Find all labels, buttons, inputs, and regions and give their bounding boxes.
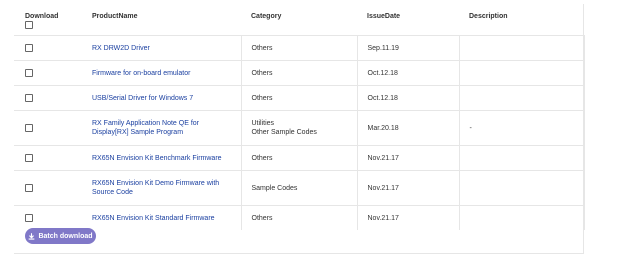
description-text: -	[469, 124, 472, 132]
row-checkbox[interactable]	[25, 43, 33, 52]
header-description: Description	[469, 13, 508, 20]
header-issue-date: IssueDate	[367, 13, 401, 20]
product-link[interactable]: RX65N Envision Kit Standard Firmware	[92, 214, 235, 223]
table-row: Firmware for on-board emulator Others Oc…	[14, 60, 585, 86]
product-link[interactable]: RX Family Application Note QE for Displa…	[92, 119, 235, 137]
downloads-table: Download ProductName Category IssueDate …	[14, 4, 585, 230]
table-header-row: Download ProductName Category IssueDate …	[14, 4, 584, 36]
category-text: Utilities	[251, 120, 275, 127]
row-checkbox[interactable]	[25, 153, 33, 162]
batch-download-button[interactable]: Batch download	[25, 228, 96, 244]
product-link[interactable]: USB/Serial Driver for Windows 7	[92, 94, 235, 103]
table-row: RX Family Application Note QE for Displa…	[14, 110, 585, 146]
issue-date-text: Oct.12.18	[367, 69, 398, 77]
header-download: Download	[14, 4, 78, 36]
issue-date-text: Oct.12.18	[367, 94, 398, 102]
category-text: Other Sample Codes	[251, 129, 317, 136]
table-row: RX DRW2D Driver Others Sep.11.19	[14, 35, 585, 61]
category-text: Others	[251, 94, 273, 102]
product-link[interactable]: RX65N Envision Kit Benchmark Firmware	[92, 154, 235, 163]
table-row: RX65N Envision Kit Standard Firmware Oth…	[14, 205, 585, 230]
issue-date-text: Nov.21.17	[367, 184, 399, 192]
category-text: Others	[251, 154, 273, 162]
header-download-label: Download	[25, 13, 59, 20]
row-checkbox[interactable]	[25, 68, 33, 77]
category-text: Others	[251, 44, 273, 52]
category-text: Sample Codes	[251, 184, 298, 192]
header-category: Category	[251, 13, 282, 20]
issue-date-text: Sep.11.19	[367, 44, 399, 52]
product-link[interactable]: RX DRW2D Driver	[92, 44, 235, 53]
product-link[interactable]: RX65N Envision Kit Demo Firmware with So…	[92, 179, 235, 197]
product-link[interactable]: Firmware for on-board emulator	[92, 69, 235, 78]
batch-download-label: Batch download	[38, 232, 93, 240]
row-checkbox[interactable]	[25, 213, 33, 222]
issue-date-text: Mar.20.18	[367, 124, 399, 132]
category-text: Others	[251, 214, 273, 222]
row-checkbox[interactable]	[25, 123, 33, 132]
table-row: USB/Serial Driver for Windows 7 Others O…	[14, 85, 585, 111]
select-all-checkbox[interactable]	[25, 21, 33, 29]
table-row: RX65N Envision Kit Benchmark Firmware Ot…	[14, 145, 585, 171]
row-checkbox[interactable]	[25, 183, 33, 192]
table-row: RX65N Envision Kit Demo Firmware with So…	[14, 170, 585, 206]
issue-date-text: Nov.21.17	[367, 154, 399, 162]
row-checkbox[interactable]	[25, 93, 33, 102]
issue-date-text: Nov.21.17	[367, 214, 399, 222]
download-panel: Download ProductName Category IssueDate …	[14, 4, 585, 254]
download-icon	[28, 232, 35, 240]
category-text: Others	[251, 69, 273, 77]
header-product-name: ProductName	[92, 13, 138, 20]
